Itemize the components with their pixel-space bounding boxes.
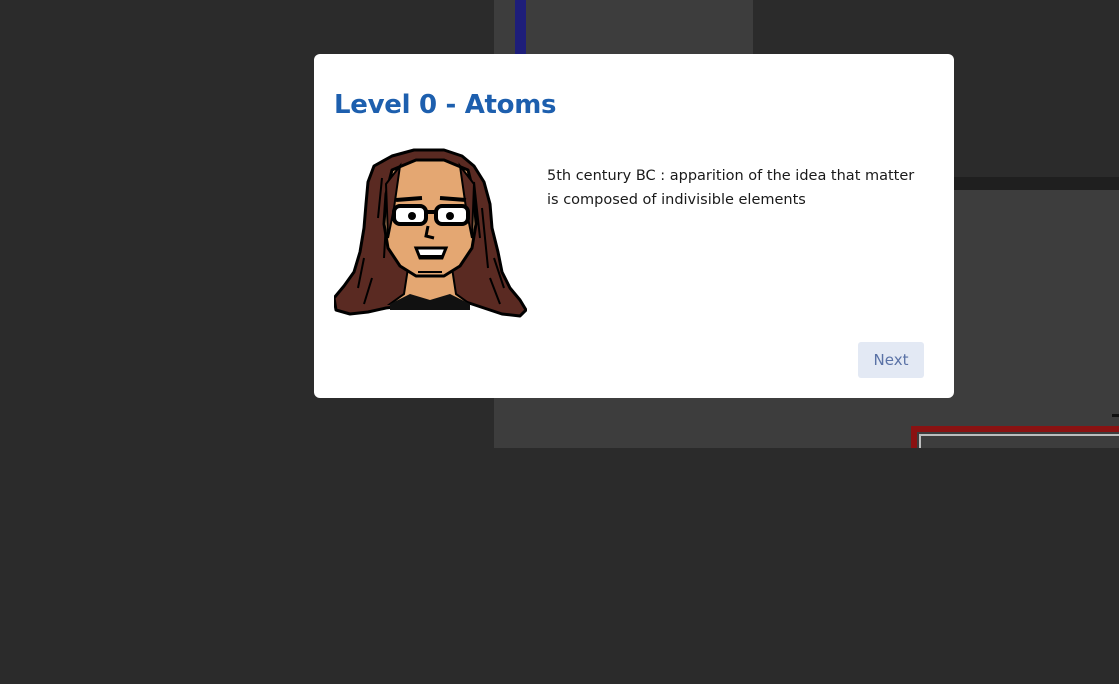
- scientist-portrait-icon: [334, 148, 527, 318]
- dialog-title: Level 0 - Atoms: [334, 90, 557, 120]
- level-intro-dialog: Level 0 - Atoms 5th century BC : apparit…: [314, 54, 954, 398]
- game-red-box: [911, 426, 1119, 448]
- next-button[interactable]: Next: [858, 342, 924, 378]
- game-tick-mark: [1112, 414, 1119, 417]
- dialog-description: 5th century BC : apparition of the idea …: [547, 168, 915, 208]
